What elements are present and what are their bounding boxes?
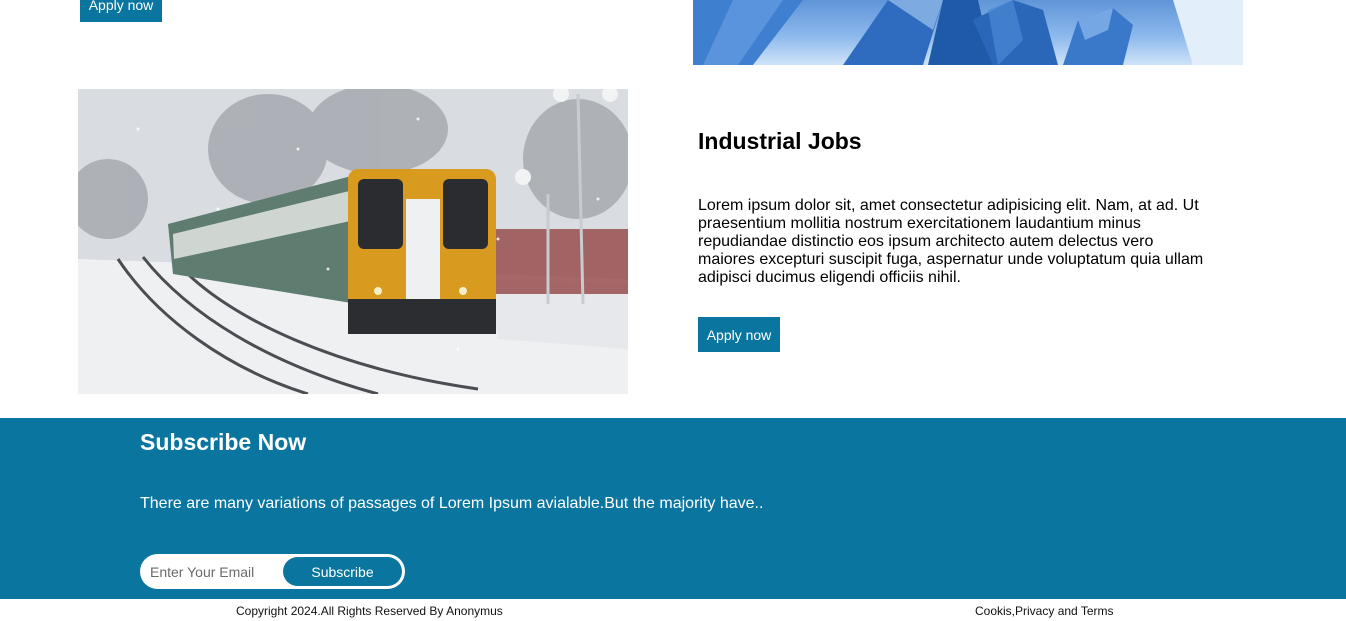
industrial-jobs-title: Industrial Jobs	[698, 128, 862, 154]
apply-now-button[interactable]: Apply now	[80, 0, 162, 22]
email-input[interactable]	[140, 554, 280, 589]
footer-links[interactable]: Cookis,Privacy and Terms	[975, 604, 1114, 618]
subscribe-form: Subscribe	[140, 554, 405, 589]
subscribe-title: Subscribe Now	[140, 429, 307, 455]
skyscrapers-image	[693, 0, 1243, 65]
subscribe-button[interactable]: Subscribe	[283, 557, 402, 586]
subscribe-section: Subscribe Now There are many variations …	[0, 418, 1346, 599]
snowy-train-image	[78, 89, 628, 394]
apply-now-button[interactable]: Apply now	[698, 317, 780, 352]
copyright-text: Copyright 2024.All Rights Reserved By An…	[236, 604, 503, 618]
subscribe-text: There are many variations of passages of…	[140, 495, 764, 512]
industrial-jobs-description: Lorem ipsum dolor sit, amet consectetur …	[698, 197, 1204, 286]
